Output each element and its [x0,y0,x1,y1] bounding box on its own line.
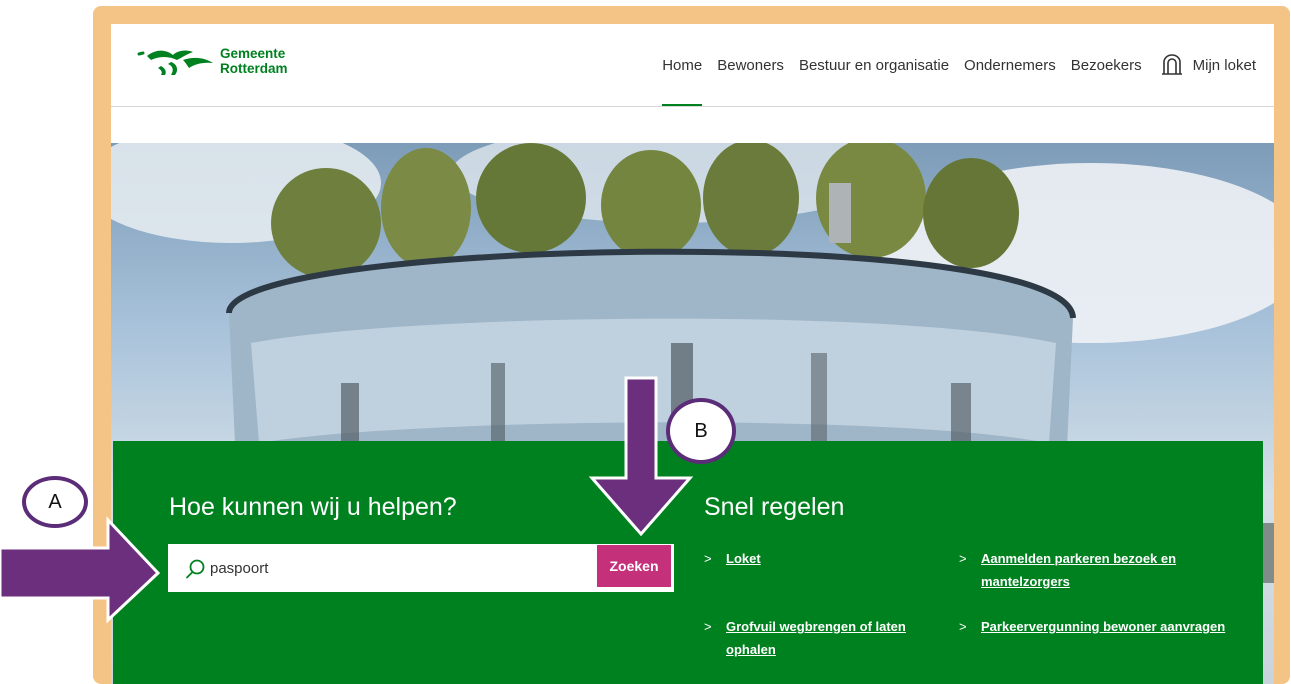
nav-item-bestuur[interactable]: Bestuur en organisatie [799,57,949,74]
quick-link-label: Grofvuil wegbrengen of laten ophalen [726,619,906,657]
annotation-badge-b: B [666,398,736,464]
logo-line-2: Rotterdam [220,61,288,76]
mijn-loket-label: Mijn loket [1192,56,1256,74]
quick-link-label: Loket [726,551,761,566]
rotterdam-logo-icon [137,50,213,75]
chevron-right-icon: > [704,551,712,566]
nav-item-ondernemers[interactable]: Ondernemers [964,57,1056,74]
site-header: Gemeente Rotterdam Home Bewoners Bestuur… [111,24,1274,107]
quick-link-grofvuil[interactable]: > Grofvuil wegbrengen of laten ophalen [704,615,954,661]
annotation-badge-a: A [22,476,88,528]
chevron-right-icon: > [959,551,967,566]
nav-item-bezoekers[interactable]: Bezoekers [1071,57,1142,74]
quick-link-loket[interactable]: > Loket [704,547,924,570]
quick-link-label: Aanmelden parkeren bezoek en mantelzorge… [981,551,1177,589]
help-title: Hoe kunnen wij u helpen? [169,493,457,521]
quick-link-aanmelden-parkeren[interactable]: > Aanmelden parkeren bezoek en mantelzor… [959,547,1229,593]
logo-line-1: Gemeente [220,46,286,61]
search-icon [186,559,205,579]
chevron-right-icon: > [959,619,967,634]
nav-item-bewoners[interactable]: Bewoners [717,57,784,74]
site-logo[interactable]: Gemeente Rotterdam [137,42,327,82]
quick-links-title: Snel regelen [704,493,845,521]
mijn-loket-link[interactable]: Mijn loket [1161,54,1256,76]
account-icon [1161,54,1182,75]
header-spacer [111,107,1274,143]
main-nav: Home Bewoners Bestuur en organisatie Ond… [662,54,1256,106]
search-button[interactable]: Zoeken [597,545,671,587]
quick-link-parkeervergunning[interactable]: > Parkeervergunning bewoner aanvragen [959,615,1229,638]
quick-link-label: Parkeervergunning bewoner aanvragen [981,619,1226,634]
search-input[interactable] [210,544,590,592]
chevron-right-icon: > [704,619,712,634]
help-panel: Hoe kunnen wij u helpen? Zoeken Snel reg… [113,441,1263,684]
nav-item-home[interactable]: Home [662,57,703,106]
